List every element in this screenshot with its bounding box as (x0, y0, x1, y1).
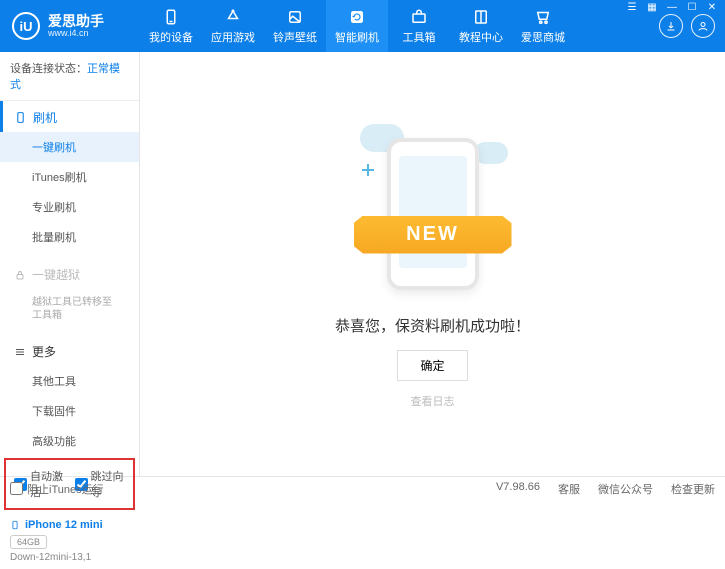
new-ribbon: NEW (354, 216, 512, 254)
lock-icon (14, 269, 26, 281)
block-itunes-checkbox[interactable] (10, 482, 23, 495)
close-icon[interactable]: ✕ (705, 2, 719, 13)
sidebar-item-itunes[interactable]: iTunes刷机 (0, 162, 139, 192)
view-log-link[interactable]: 查看日志 (411, 393, 455, 409)
status-label: 设备连接状态： (10, 63, 87, 75)
phone-icon (162, 8, 180, 26)
jailbreak-note: 越狱工具已转移至 工具箱 (0, 289, 139, 329)
book-icon (472, 8, 490, 26)
version-label: V7.98.66 (496, 481, 540, 497)
device-sub: Down-12mini-13,1 (10, 552, 129, 563)
nav-label: 教程中心 (459, 29, 503, 45)
skin-icon[interactable]: ▦ (645, 2, 659, 13)
sidebar-item-pro[interactable]: 专业刷机 (0, 192, 139, 222)
maximize-icon[interactable]: ☐ (685, 2, 699, 13)
sidebar-item-batch[interactable]: 批量刷机 (0, 222, 139, 252)
minimize-icon[interactable]: — (665, 2, 679, 13)
apps-icon (224, 8, 242, 26)
cart-icon (534, 8, 552, 26)
nav-label: 铃声壁纸 (273, 29, 317, 45)
nav: 我的设备 应用游戏 铃声壁纸 智能刷机 工具箱 教程中心 爱思商城 (140, 0, 659, 52)
sidebar-item-download[interactable]: 下载固件 (0, 396, 139, 426)
sidebar-group-jailbreak: 一键越狱 (0, 258, 139, 289)
toolbox-icon (410, 8, 428, 26)
wechat-link[interactable]: 微信公众号 (598, 481, 653, 497)
group-label: 更多 (32, 343, 56, 360)
header-right (659, 14, 725, 38)
nav-flash[interactable]: 智能刷机 (326, 0, 388, 52)
nav-tutorials[interactable]: 教程中心 (450, 0, 512, 52)
logo[interactable]: iU 爱思助手 www.i4.cn (0, 12, 140, 40)
nav-label: 我的设备 (149, 29, 193, 45)
connection-status: 设备连接状态：正常模式 (0, 52, 139, 101)
header: iU 爱思助手 www.i4.cn 我的设备 应用游戏 铃声壁纸 智能刷机 工具… (0, 0, 725, 52)
nav-label: 智能刷机 (335, 29, 379, 45)
sidebar: 设备连接状态：正常模式 刷机 一键刷机 iTunes刷机 专业刷机 批量刷机 一… (0, 52, 140, 476)
confirm-button[interactable]: 确定 (397, 350, 467, 381)
refresh-icon (348, 8, 366, 26)
main-content: NEW 恭喜您，保资料刷机成功啦！ 确定 查看日志 (140, 52, 725, 476)
nav-label: 工具箱 (403, 29, 436, 45)
sidebar-item-other[interactable]: 其他工具 (0, 366, 139, 396)
sidebar-item-advanced[interactable]: 高级功能 (0, 426, 139, 456)
user-icon (697, 20, 709, 32)
success-message: 恭喜您，保资料刷机成功啦！ (335, 315, 530, 336)
user-button[interactable] (691, 14, 715, 38)
logo-title: 爱思助手 (48, 14, 104, 28)
logo-url: www.i4.cn (48, 28, 104, 38)
menu-icon[interactable]: ☰ (625, 2, 639, 13)
menu-icon (14, 346, 26, 358)
update-link[interactable]: 检查更新 (671, 481, 715, 497)
block-itunes-label: 阻止iTunes运行 (27, 481, 104, 497)
download-icon (665, 20, 677, 32)
sidebar-item-oneclick[interactable]: 一键刷机 (0, 132, 139, 162)
wallpaper-icon (286, 8, 304, 26)
nav-ringtones[interactable]: 铃声壁纸 (264, 0, 326, 52)
phone-icon (14, 111, 27, 124)
nav-label: 爱思商城 (521, 29, 565, 45)
download-button[interactable] (659, 14, 683, 38)
group-label: 刷机 (33, 109, 57, 126)
phone-icon (10, 518, 20, 532)
sidebar-group-more[interactable]: 更多 (0, 335, 139, 366)
device-name: iPhone 12 mini (10, 518, 129, 532)
service-link[interactable]: 客服 (558, 481, 580, 497)
nav-my-device[interactable]: 我的设备 (140, 0, 202, 52)
sidebar-group-flash[interactable]: 刷机 (0, 101, 139, 132)
nav-store[interactable]: 爱思商城 (512, 0, 574, 52)
group-label: 一键越狱 (32, 266, 80, 283)
nav-apps[interactable]: 应用游戏 (202, 0, 264, 52)
nav-label: 应用游戏 (211, 29, 255, 45)
nav-toolbox[interactable]: 工具箱 (388, 0, 450, 52)
storage-badge: 64GB (10, 535, 47, 549)
device-info[interactable]: iPhone 12 mini 64GB Down-12mini-13,1 (0, 512, 139, 569)
titlebar-controls: ☰ ▦ — ☐ ✕ (625, 2, 719, 13)
success-illustration: NEW (358, 120, 508, 300)
logo-icon: iU (12, 12, 40, 40)
